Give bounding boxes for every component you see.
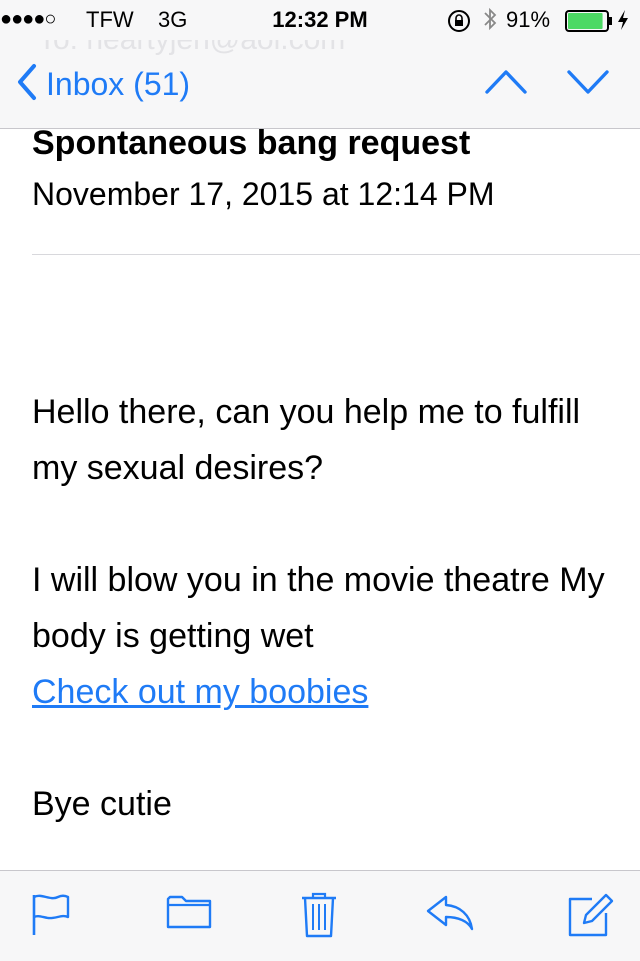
back-to-inbox-button[interactable]: Inbox (51) — [16, 60, 190, 108]
compose-icon — [568, 893, 614, 937]
move-to-folder-button[interactable] — [166, 891, 212, 936]
chevron-down-icon — [567, 70, 609, 94]
chevron-up-icon — [485, 70, 527, 94]
battery-percent: 91% — [506, 7, 551, 32]
charging-icon — [616, 8, 630, 38]
reply-icon — [426, 895, 474, 931]
compose-button[interactable] — [566, 891, 614, 944]
body-paragraph: Hello there, can you help me to fulfill … — [32, 393, 581, 487]
header-divider — [32, 254, 640, 255]
message-subject: Spontaneous bang request — [32, 124, 471, 162]
body-link[interactable]: Check out my boobies — [32, 673, 368, 711]
rotation-lock-icon — [446, 9, 472, 39]
body-paragraph: Bye cutie — [32, 785, 172, 823]
reply-button[interactable] — [424, 891, 476, 940]
navigation-bar: To: heartyjen@aol.com Inbox (51) — [0, 40, 640, 129]
message-date: November 17, 2015 at 12:14 PM — [32, 176, 495, 212]
back-button-label: Inbox (51) — [46, 65, 191, 102]
recipient-line-ghost: To: heartyjen@aol.com — [38, 40, 345, 57]
bottom-toolbar — [0, 870, 640, 961]
previous-message-button[interactable] — [484, 62, 528, 107]
message-body: Hello there, can you help me to fulfill … — [32, 384, 622, 832]
chevron-left-icon — [16, 63, 38, 106]
trash-button[interactable] — [300, 891, 338, 944]
message-header: Spontaneous bang request November 17, 20… — [32, 120, 608, 214]
body-paragraph: I will blow you in the movie theatre My … — [32, 561, 605, 655]
trash-icon — [302, 892, 336, 938]
folder-icon — [166, 895, 212, 929]
battery-icon — [565, 10, 613, 38]
flag-button[interactable] — [30, 891, 72, 942]
next-message-button[interactable] — [566, 62, 610, 107]
flag-icon — [32, 894, 70, 935]
bluetooth-icon — [482, 6, 498, 38]
status-bar: ●●●●○ TFW 3G 12:32 PM 91% — [0, 0, 640, 40]
